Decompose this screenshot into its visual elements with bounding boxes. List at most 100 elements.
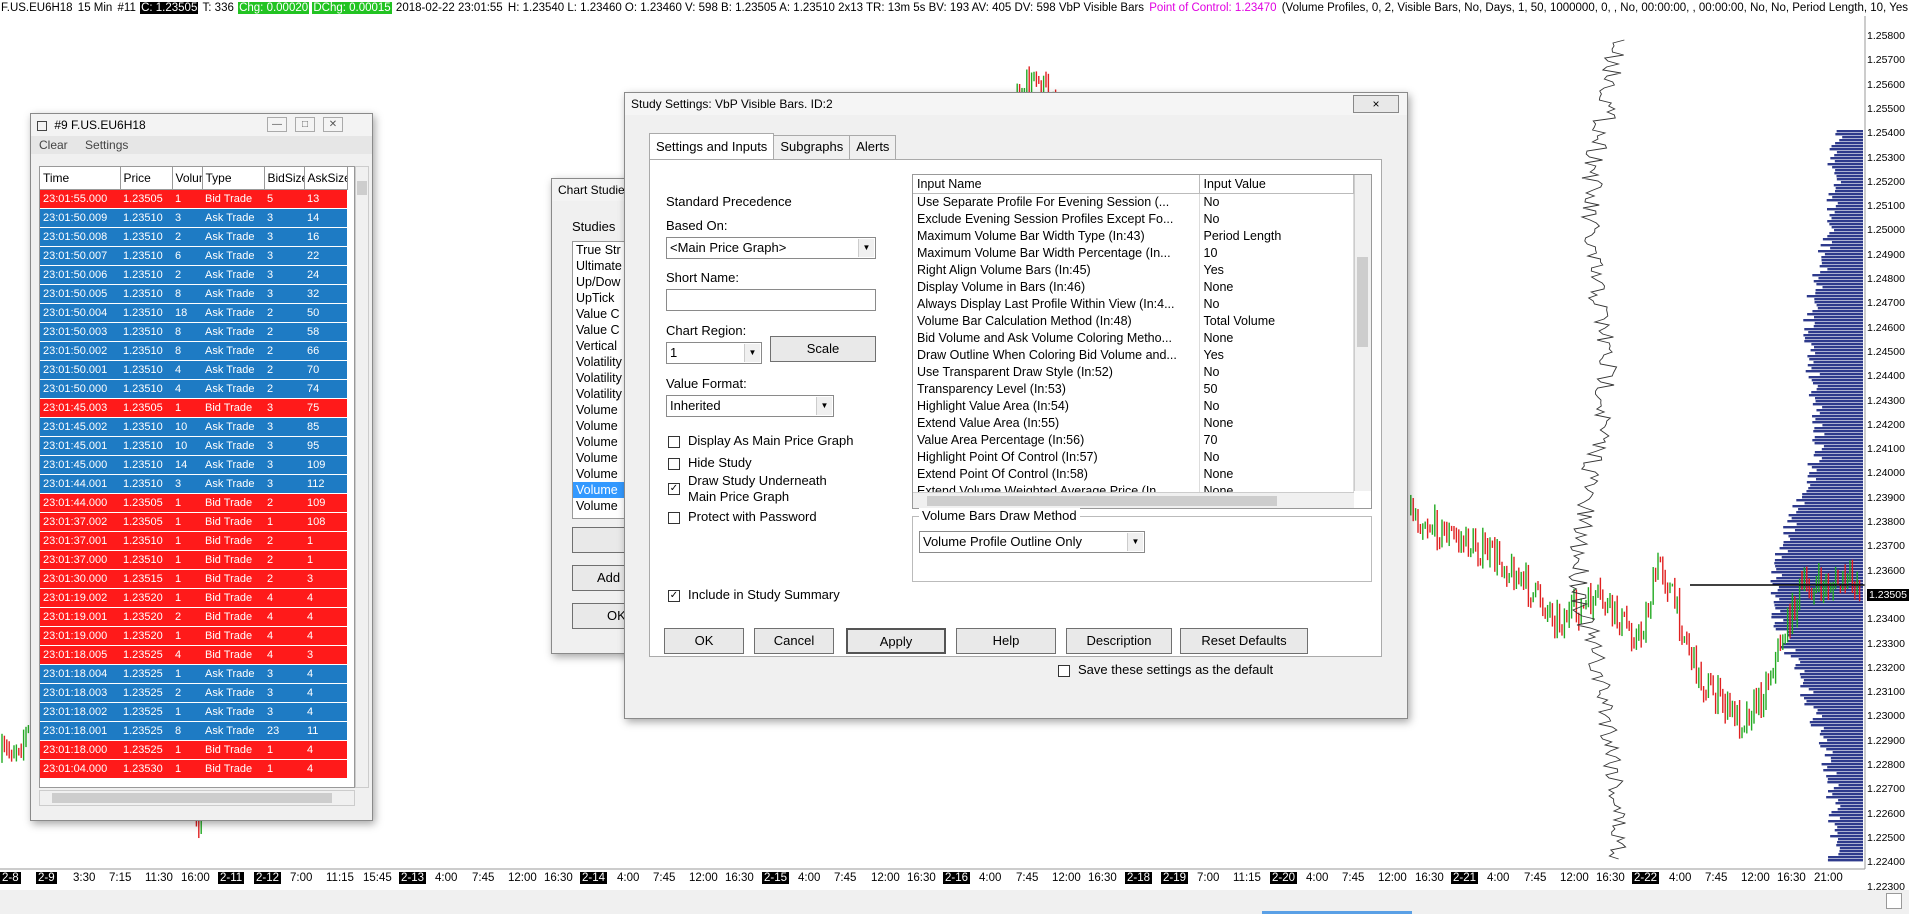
include-summary-checkbox[interactable]: ✓ [668, 590, 680, 602]
menu-settings[interactable]: Settings [85, 138, 128, 152]
horizontal-scrollbar[interactable] [39, 790, 355, 806]
table-row[interactable]: 23:01:50.005 1.23510 8 Ask Trade 3 32 [40, 284, 347, 304]
table-row[interactable]: 23:01:45.003 1.23505 1 Bid Trade 3 75 [40, 398, 347, 418]
tab-subgraphs[interactable]: Subgraphs [773, 135, 851, 159]
chevron-down-icon[interactable]: ▼ [1127, 533, 1143, 551]
table-row[interactable]: 23:01:18.004 1.23525 1 Ask Trade 3 4 [40, 664, 347, 684]
table-row[interactable]: 23:01:18.002 1.23525 1 Ask Trade 3 4 [40, 702, 347, 722]
input-name-header[interactable]: Input Name [913, 175, 1200, 194]
input-value-cell[interactable]: No [1199, 193, 1354, 210]
input-value-header[interactable]: Input Value [1199, 175, 1354, 194]
column-header[interactable]: AskSize [304, 167, 348, 190]
table-row[interactable]: 23:01:44.001 1.23510 3 Ask Trade 3 112 [40, 474, 347, 494]
table-row[interactable]: 23:01:04.000 1.23530 1 Bid Trade 1 4 [40, 759, 347, 779]
table-row[interactable]: 23:01:50.001 1.23510 4 Ask Trade 2 70 [40, 360, 347, 380]
scroll-thumb[interactable] [1357, 257, 1368, 347]
chevron-down-icon[interactable]: ▼ [744, 344, 760, 362]
input-value-cell[interactable]: No [1199, 448, 1354, 465]
column-header[interactable]: Volume [172, 167, 203, 190]
based-on-select[interactable]: <Main Price Graph> ▼ [666, 237, 876, 259]
table-row[interactable]: 23:01:19.000 1.23520 1 Bid Trade 4 4 [40, 626, 347, 646]
time-and-sales-titlebar[interactable]: #9 F.US.EU6H18 — □ ✕ [31, 114, 372, 136]
apply-button[interactable]: Apply [846, 628, 946, 654]
standard-precedence-label[interactable]: Standard Precedence [666, 194, 792, 209]
table-row[interactable]: 23:01:55.000 1.23505 1 Bid Trade 5 13 [40, 189, 347, 209]
input-value-cell[interactable]: No [1199, 210, 1354, 227]
save-default-checkbox[interactable] [1058, 665, 1070, 677]
time-and-sales-window[interactable]: #9 F.US.EU6H18 — □ ✕ Clear Settings Time… [30, 113, 373, 821]
horizontal-scrollbar[interactable] [913, 492, 1354, 508]
input-value-cell[interactable]: 50 [1199, 380, 1354, 397]
scroll-end-button[interactable] [1886, 893, 1902, 909]
protect-password-checkbox[interactable] [668, 512, 680, 524]
table-row[interactable]: 23:01:50.009 1.23510 3 Ask Trade 3 14 [40, 208, 347, 228]
vertical-scrollbar[interactable] [1354, 175, 1371, 491]
table-row[interactable]: 23:01:18.001 1.23525 8 Ask Trade 23 11 [40, 721, 347, 741]
display-as-main-checkbox[interactable] [668, 436, 680, 448]
table-row[interactable]: Right Align Volume Bars (In:45) Yes [913, 261, 1354, 278]
input-value-cell[interactable]: None [1199, 278, 1354, 295]
reset-defaults-button[interactable]: Reset Defaults [1180, 628, 1308, 654]
table-row[interactable]: 23:01:50.004 1.23510 18 Ask Trade 2 50 [40, 303, 347, 323]
time-and-sales-grid[interactable]: TimePriceVolumeTypeBidSizeAskSize 23:01:… [39, 166, 355, 788]
table-row[interactable]: Extend Value Area (In:55) None [913, 414, 1354, 431]
column-header[interactable]: Type [202, 167, 265, 190]
column-header[interactable]: BidSize [264, 167, 305, 190]
input-value-cell[interactable]: No [1199, 397, 1354, 414]
input-value-cell[interactable]: No [1199, 363, 1354, 380]
vertical-scrollbar[interactable] [355, 166, 369, 788]
table-row[interactable]: 23:01:45.001 1.23510 10 Ask Trade 3 95 [40, 436, 347, 456]
maximize-icon[interactable]: □ [295, 117, 315, 132]
table-row[interactable]: Exclude Evening Session Profiles Except … [913, 210, 1354, 227]
input-value-cell[interactable]: Period Length [1199, 227, 1354, 244]
input-value-cell[interactable]: Total Volume [1199, 312, 1354, 329]
input-value-cell[interactable]: Yes [1199, 346, 1354, 363]
input-value-cell[interactable]: None [1199, 329, 1354, 346]
study-inputs-grid[interactable]: Input Name Input Value Use Separate Prof… [912, 174, 1372, 509]
table-row[interactable]: 23:01:18.000 1.23525 1 Bid Trade 1 4 [40, 740, 347, 760]
table-row[interactable]: 23:01:19.001 1.23520 2 Bid Trade 4 4 [40, 607, 347, 627]
chevron-down-icon[interactable]: ▼ [858, 239, 874, 257]
scroll-thumb[interactable] [357, 181, 367, 195]
table-row[interactable]: Extend Point Of Control (In:58) None [913, 465, 1354, 482]
ok-button[interactable]: OK [664, 628, 744, 654]
input-value-cell[interactable]: 10 [1199, 244, 1354, 261]
chart-region-select[interactable]: 1 ▼ [666, 342, 762, 364]
input-value-cell[interactable]: None [1199, 465, 1354, 482]
column-header[interactable]: Time [40, 167, 121, 190]
table-row[interactable]: Highlight Point Of Control (In:57) No [913, 448, 1354, 465]
table-row[interactable]: 23:01:45.000 1.23510 14 Ask Trade 3 109 [40, 455, 347, 475]
help-button[interactable]: Help [956, 628, 1056, 654]
scroll-thumb[interactable] [52, 793, 332, 803]
draw-method-select[interactable]: Volume Profile Outline Only ▼ [919, 531, 1145, 553]
input-value-cell[interactable]: None [1199, 414, 1354, 431]
minimize-icon[interactable]: — [267, 117, 287, 132]
input-value-cell[interactable]: Yes [1199, 261, 1354, 278]
study-settings-dialog[interactable]: Study Settings: VbP Visible Bars. ID:2 ×… [624, 92, 1408, 719]
chart-horizontal-scrollbar[interactable] [0, 890, 1909, 914]
table-row[interactable]: 23:01:37.001 1.23510 1 Bid Trade 2 1 [40, 531, 347, 551]
table-row[interactable]: Maximum Volume Bar Width Percentage (In.… [913, 244, 1354, 261]
table-row[interactable]: 23:01:18.003 1.23525 2 Ask Trade 3 4 [40, 683, 347, 703]
table-row[interactable]: 23:01:50.007 1.23510 6 Ask Trade 3 22 [40, 246, 347, 266]
chevron-down-icon[interactable]: ▼ [816, 397, 832, 415]
hide-study-checkbox[interactable] [668, 458, 680, 470]
table-row[interactable]: 23:01:45.002 1.23510 10 Ask Trade 3 85 [40, 417, 347, 437]
table-row[interactable]: 23:01:37.002 1.23505 1 Bid Trade 1 108 [40, 512, 347, 532]
table-row[interactable]: 23:01:18.005 1.23525 4 Bid Trade 4 3 [40, 645, 347, 665]
description-button[interactable]: Description [1066, 628, 1172, 654]
input-value-cell[interactable]: 70 [1199, 431, 1354, 448]
table-row[interactable]: Volume Bar Calculation Method (In:48) Tot… [913, 312, 1354, 329]
study-settings-titlebar[interactable]: Study Settings: VbP Visible Bars. ID:2 × [625, 93, 1407, 115]
table-row[interactable]: Use Transparent Draw Style (In:52) No [913, 363, 1354, 380]
table-row[interactable]: 23:01:50.000 1.23510 4 Ask Trade 2 74 [40, 379, 347, 399]
table-row[interactable]: 23:01:50.003 1.23510 8 Ask Trade 2 58 [40, 322, 347, 342]
input-value-cell[interactable]: No [1199, 295, 1354, 312]
column-header[interactable]: Price [120, 167, 173, 190]
table-row[interactable]: 23:01:19.002 1.23520 1 Bid Trade 4 4 [40, 588, 347, 608]
short-name-input[interactable] [666, 289, 876, 311]
table-row[interactable]: Always Display Last Profile Within View … [913, 295, 1354, 312]
table-row[interactable]: Bid Volume and Ask Volume Coloring Metho… [913, 329, 1354, 346]
table-row[interactable]: 23:01:50.006 1.23510 2 Ask Trade 3 24 [40, 265, 347, 285]
menu-clear[interactable]: Clear [39, 138, 68, 152]
